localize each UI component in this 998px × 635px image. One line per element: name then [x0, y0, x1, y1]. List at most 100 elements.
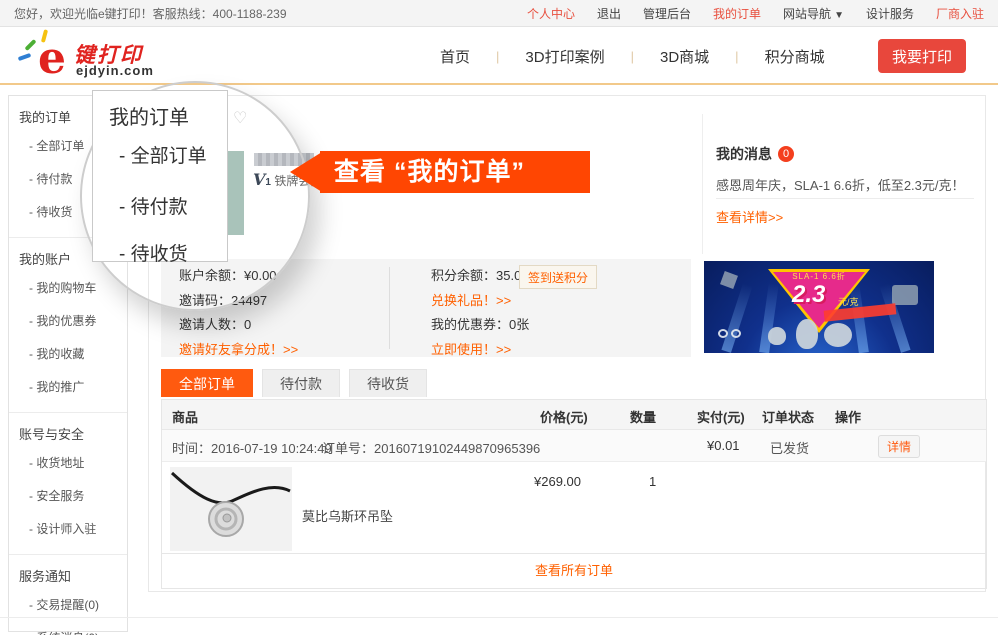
account-stats: 账户余额：¥0.00 邀请码：24497 邀请人数：0 邀请好友拿分成！>> 积… — [161, 259, 691, 357]
product-price: ¥269.00 — [534, 474, 581, 489]
tab-all-orders[interactable]: 全部订单 — [161, 369, 253, 397]
top-link-site-nav[interactable]: 网站导航▼ — [783, 5, 844, 22]
heart-icon: ♡ — [233, 108, 247, 128]
view-details-link[interactable]: 查看详情>> — [716, 207, 783, 226]
stats-right-column: 积分余额：35.0 兑换礼品！>> 我的优惠券：0张 立即使用！>> — [431, 264, 529, 362]
invite-count: 邀请人数：0 — [179, 313, 298, 338]
table-header: 商品 价格(元) 数量 实付(元) 订单状态 操作 — [162, 400, 986, 430]
points-balance: 积分余额：35.0 — [431, 264, 529, 289]
sidebar-section-account-security: 账号与安全 - 收货地址 - 安全服务 - 设计师入驻 — [9, 412, 127, 554]
order-number: 订单号：20160719102449870965396 — [322, 438, 540, 457]
top-link-my-orders[interactable]: 我的订单 — [713, 5, 761, 22]
sidebar-item-address[interactable]: - 收货地址 — [9, 446, 127, 479]
nav-separator: | — [735, 49, 738, 64]
sidebar-item-cart[interactable]: - 我的购物车 — [9, 271, 127, 304]
divider — [0, 617, 998, 618]
stats-left-column: 账户余额：¥0.00 邀请码：24497 邀请人数：0 邀请好友拿分成！>> — [179, 264, 298, 362]
sidebar-item-security-service[interactable]: - 安全服务 — [9, 479, 127, 512]
top-bar: 您好，欢迎光临e键打印！客服热线：400-1188-239 个人中心 退出 管理… — [0, 0, 998, 27]
col-price: 价格(元) — [540, 407, 588, 426]
order-tabs: 全部订单 待付款 待收货 — [161, 369, 427, 397]
top-link-personal-center[interactable]: 个人中心 — [527, 5, 575, 22]
magnifier-callout-box: 我的订单 - 全部订单 - 待付款 - 待收货 — [92, 90, 228, 262]
site-logo[interactable]: e 键打印 ejdyin.com — [16, 31, 206, 83]
sidebar-item-favorites[interactable]: - 我的收藏 — [9, 337, 127, 370]
sidebar-title-account-security[interactable]: 账号与安全 — [9, 421, 127, 446]
print-now-button[interactable]: 我要打印 — [878, 39, 966, 73]
sidebar-title-service-notice[interactable]: 服务通知 — [9, 563, 127, 588]
nav-3d-mall[interactable]: 3D商城 — [660, 46, 709, 67]
level-number: 1 — [265, 177, 271, 188]
glasses-graphic — [718, 329, 744, 339]
order-detail-button[interactable]: 详情 — [878, 435, 920, 458]
order-status: 已发货 — [770, 438, 809, 457]
level-v: V — [253, 170, 265, 189]
top-link-logout[interactable]: 退出 — [597, 5, 621, 22]
page: 您好，欢迎光临e键打印！客服热线：400-1188-239 个人中心 退出 管理… — [0, 0, 998, 635]
top-link-admin[interactable]: 管理后台 — [643, 5, 691, 22]
divider — [716, 198, 974, 199]
top-links: 个人中心 退出 管理后台 我的订单 网站导航▼ 设计服务 厂商入驻 — [527, 5, 984, 22]
device-graphic — [892, 285, 918, 305]
light-beam — [721, 283, 752, 353]
tab-pending-receipt[interactable]: 待收货 — [349, 369, 427, 397]
invite-friends-link[interactable]: 邀请好友拿分成！>> — [179, 338, 298, 363]
messages-promo-text: 感恩周年庆，SLA-1 6.6折，低至2.3元/克！ — [716, 175, 965, 194]
balance-value: 账户余额：¥0.00 — [179, 264, 298, 289]
sidebar-item-promotion[interactable]: - 我的推广 — [9, 370, 127, 403]
order-paid-amount: ¥0.01 — [707, 438, 740, 453]
tab-pending-payment[interactable]: 待付款 — [262, 369, 340, 397]
promo-banner[interactable]: SLA-1 6.6折 2.3 元/克 — [704, 261, 934, 353]
use-now-link[interactable]: 立即使用！>> — [431, 338, 529, 363]
sidebar-section-service-notice: 服务通知 - 交易提醒(0) - 系统消息(0) - 最新活动(0) — [9, 554, 127, 635]
nav-separator: | — [631, 49, 634, 64]
logo-domain-text: ejdyin.com — [76, 63, 154, 78]
main-nav: 首页 | 3D打印案例 | 3D商城 | 积分商城 — [440, 27, 825, 85]
product-image[interactable] — [170, 467, 292, 551]
magnifier-item-pending-receipt[interactable]: - 待收货 — [119, 239, 188, 266]
order-meta-row: 时间：2016-07-19 10:24:49 订单号：2016071910244… — [162, 430, 986, 462]
logo-dash-icon — [24, 39, 36, 51]
sidebar-item-system-messages[interactable]: - 系统消息(0) — [9, 621, 127, 635]
nav-3d-print-cases[interactable]: 3D打印案例 — [525, 46, 604, 67]
figurine-graphic — [796, 319, 818, 349]
order-item-row: 莫比乌斯环吊坠 ¥269.00 1 — [162, 462, 986, 554]
header: e 键打印 ejdyin.com 首页 | 3D打印案例 | 3D商城 | 积分… — [0, 27, 998, 85]
chevron-down-icon: ▼ — [834, 10, 844, 21]
magnifier-item-all-orders[interactable]: - 全部订单 — [119, 141, 207, 168]
logo-e-mark: e — [38, 33, 66, 84]
sidebar-item-designer-join[interactable]: - 设计师入驻 — [9, 512, 127, 545]
col-quantity: 数量 — [630, 407, 656, 426]
logo-dash-icon — [18, 53, 32, 61]
messages-count-badge: 0 — [778, 146, 794, 162]
col-status: 订单状态 — [762, 407, 814, 426]
welcome-text: 您好，欢迎光临e键打印！客服热线：400-1188-239 — [14, 5, 287, 22]
callout-label: 查看 “我的订单” — [320, 151, 590, 193]
invite-code: 邀请码：24497 — [179, 289, 298, 314]
order-time: 时间：2016-07-19 10:24:49 — [172, 438, 332, 457]
divider — [389, 267, 390, 349]
nav-points-mall[interactable]: 积分商城 — [765, 46, 825, 67]
product-quantity: 1 — [649, 474, 656, 489]
coupon-count: 我的优惠券：0张 — [431, 313, 529, 338]
sidebar-item-coupons[interactable]: - 我的优惠券 — [9, 304, 127, 337]
banner-unit: 元/克 — [838, 295, 859, 308]
exchange-gifts-link[interactable]: 兑换礼品！>> — [431, 289, 529, 314]
sidebar-section-my-account: 我的账户 - 我的购物车 - 我的优惠券 - 我的收藏 - 我的推广 — [9, 237, 127, 412]
col-paid: 实付(元) — [697, 407, 745, 426]
messages-title: 我的消息0 — [716, 144, 794, 164]
view-all-orders-link[interactable]: 查看所有订单 — [162, 554, 986, 587]
signin-points-button[interactable]: 签到送积分 — [519, 265, 597, 289]
nav-home[interactable]: 首页 — [440, 46, 470, 67]
product-name[interactable]: 莫比乌斯环吊坠 — [302, 506, 393, 525]
arrow-left-icon — [290, 152, 322, 192]
order-table: 商品 价格(元) 数量 实付(元) 订单状态 操作 时间：2016-07-19 … — [161, 399, 987, 589]
figurine-graphic — [768, 327, 786, 345]
nav-separator: | — [496, 49, 499, 64]
col-action: 操作 — [835, 407, 861, 426]
magnifier-item-pending-payment[interactable]: - 待付款 — [119, 192, 188, 219]
magnifier-title: 我的订单 — [109, 101, 189, 130]
top-link-design-service[interactable]: 设计服务 — [866, 5, 914, 22]
banner-price: 2.3 — [792, 281, 825, 309]
top-link-vendor-join[interactable]: 厂商入驻 — [936, 5, 984, 22]
